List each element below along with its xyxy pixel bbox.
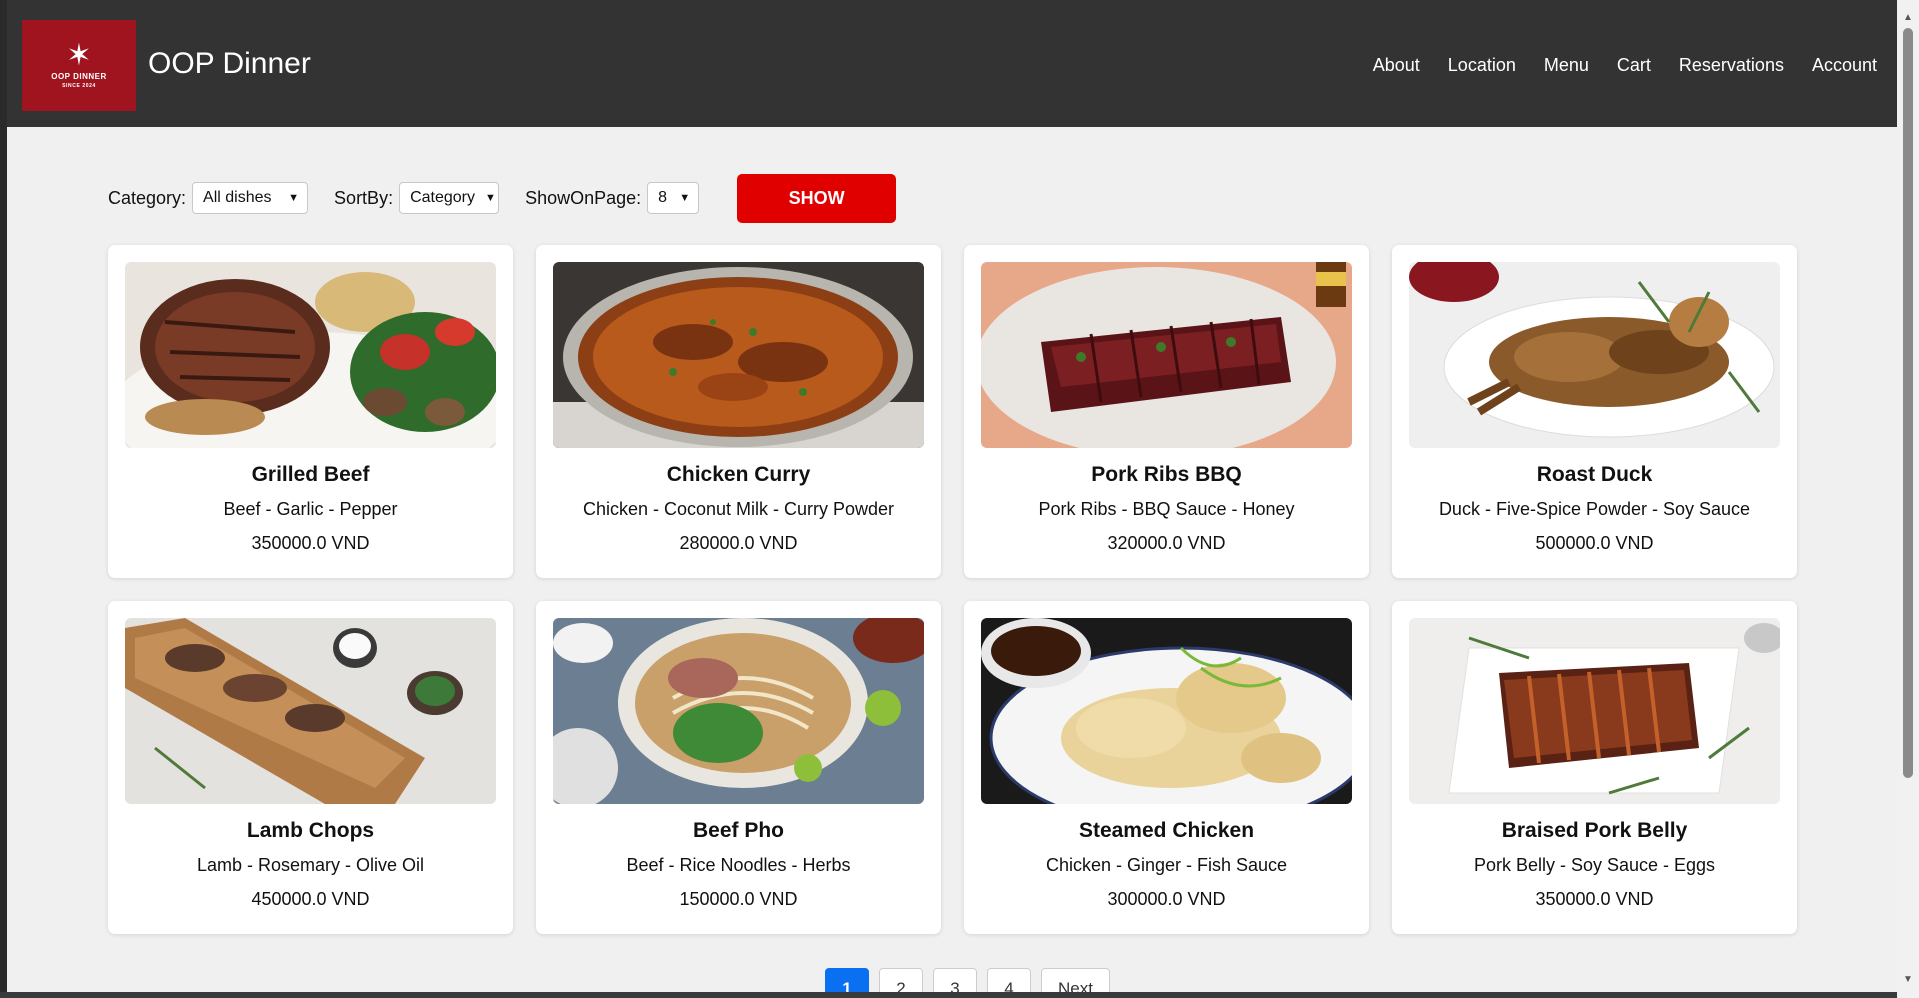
dish-price: 350000.0 VND: [251, 533, 370, 553]
dish-image-chicken-curry[interactable]: [553, 262, 924, 448]
logo-subtext: SINCE 2024: [62, 83, 96, 89]
dish-grid: Grilled Beef Beef - Garlic - Pepper 3500…: [108, 245, 1797, 934]
nav-location[interactable]: Location: [1448, 54, 1516, 76]
dish-card[interactable]: Braised Pork Belly Pork Belly - Soy Sauc…: [1392, 601, 1797, 934]
sortby-select[interactable]: Category ▼: [399, 182, 500, 214]
logo[interactable]: ✶ OOP DINNER SINCE 2024: [22, 20, 136, 111]
dish-card[interactable]: Roast Duck Duck - Five-Spice Powder - So…: [1392, 245, 1797, 578]
dish-ingredients: Duck - Five-Spice Powder - Soy Sauce: [1438, 499, 1751, 519]
dish-name: Braised Pork Belly: [1501, 819, 1688, 842]
nav-cart[interactable]: Cart: [1617, 54, 1651, 76]
showonpage-select[interactable]: 8 ▼: [647, 182, 700, 214]
chevron-down-icon: ▼: [485, 192, 496, 204]
chevron-down-icon: ▼: [679, 192, 691, 204]
sortby-select-value: Category: [410, 189, 475, 206]
dish-image-grilled-beef[interactable]: [125, 262, 496, 448]
dish-name: Pork Ribs BBQ: [1091, 463, 1242, 486]
sortby-label: SortBy:: [334, 187, 394, 208]
dish-ingredients: Beef - Garlic - Pepper: [223, 499, 398, 519]
showonpage-label: ShowOnPage:: [525, 187, 642, 208]
dish-price: 280000.0 VND: [679, 533, 798, 553]
dish-name: Steamed Chicken: [1078, 819, 1255, 842]
filter-bar: Category: All dishes ▼ SortBy: Category …: [108, 173, 897, 223]
dish-card[interactable]: Pork Ribs BBQ Pork Ribs - BBQ Sauce - Ho…: [964, 245, 1369, 578]
dish-image-pork-ribs[interactable]: [981, 262, 1352, 448]
dish-price: 150000.0 VND: [679, 889, 798, 909]
dish-card[interactable]: Chicken Curry Chicken - Coconut Milk - C…: [536, 245, 941, 578]
dish-ingredients: Chicken - Ginger - Fish Sauce: [1045, 855, 1288, 875]
logo-star-icon: ✶: [66, 39, 92, 72]
main-nav: About Location Menu Cart Reservations Ac…: [1345, 54, 1877, 76]
dish-card[interactable]: Lamb Chops Lamb - Rosemary - Olive Oil 4…: [108, 601, 513, 934]
scroll-down-arrow-icon[interactable]: ▼: [1897, 970, 1919, 990]
dish-card[interactable]: Beef Pho Beef - Rice Noodles - Herbs 150…: [536, 601, 941, 934]
dish-price: 450000.0 VND: [251, 889, 370, 909]
nav-menu[interactable]: Menu: [1544, 54, 1589, 76]
dish-ingredients: Pork Belly - Soy Sauce - Eggs: [1473, 855, 1716, 875]
dish-ingredients: Chicken - Coconut Milk - Curry Powder: [582, 499, 895, 519]
nav-account[interactable]: Account: [1812, 54, 1877, 76]
dish-ingredients: Pork Ribs - BBQ Sauce - Honey: [1038, 499, 1295, 519]
dish-ingredients: Lamb - Rosemary - Olive Oil: [196, 855, 425, 875]
category-select[interactable]: All dishes ▼: [192, 182, 309, 214]
site-title: OOP Dinner: [148, 47, 311, 80]
dish-name: Roast Duck: [1536, 463, 1653, 486]
dish-image-beef-pho[interactable]: [553, 618, 924, 804]
logo-text: OOP DINNER: [51, 72, 107, 81]
page: ✶ OOP DINNER SINCE 2024 OOP Dinner About…: [7, 0, 1897, 998]
dish-image-steamed-chicken[interactable]: [981, 618, 1352, 804]
dish-ingredients: Beef - Rice Noodles - Herbs: [626, 855, 851, 875]
dish-card[interactable]: Steamed Chicken Chicken - Ginger - Fish …: [964, 601, 1369, 934]
window-bottom-edge: [0, 992, 1897, 998]
dish-name: Chicken Curry: [666, 463, 811, 486]
nav-about[interactable]: About: [1373, 54, 1420, 76]
site-header: ✶ OOP DINNER SINCE 2024 OOP Dinner About…: [7, 0, 1897, 127]
dish-image-braised-pork[interactable]: [1409, 618, 1780, 804]
dish-image-lamb-chops[interactable]: [125, 618, 496, 804]
dish-card[interactable]: Grilled Beef Beef - Garlic - Pepper 3500…: [108, 245, 513, 578]
vertical-scrollbar[interactable]: ▲ ▼: [1897, 0, 1919, 998]
category-label: Category:: [108, 187, 187, 208]
dish-price: 500000.0 VND: [1535, 533, 1654, 553]
dish-name: Grilled Beef: [251, 463, 370, 486]
category-select-value: All dishes: [203, 189, 272, 206]
dish-image-roast-duck[interactable]: [1409, 262, 1780, 448]
scroll-up-arrow-icon[interactable]: ▲: [1897, 8, 1919, 28]
chevron-down-icon: ▼: [288, 192, 300, 204]
dish-price: 320000.0 VND: [1107, 533, 1226, 553]
dish-price: 350000.0 VND: [1535, 889, 1654, 909]
dish-name: Beef Pho: [692, 819, 784, 842]
dish-name: Lamb Chops: [246, 819, 375, 842]
scroll-thumb[interactable]: [1903, 28, 1913, 778]
show-button[interactable]: SHOW: [737, 173, 897, 223]
showonpage-select-value: 8: [658, 189, 668, 206]
dish-price: 300000.0 VND: [1107, 889, 1226, 909]
nav-reservations[interactable]: Reservations: [1679, 54, 1784, 76]
